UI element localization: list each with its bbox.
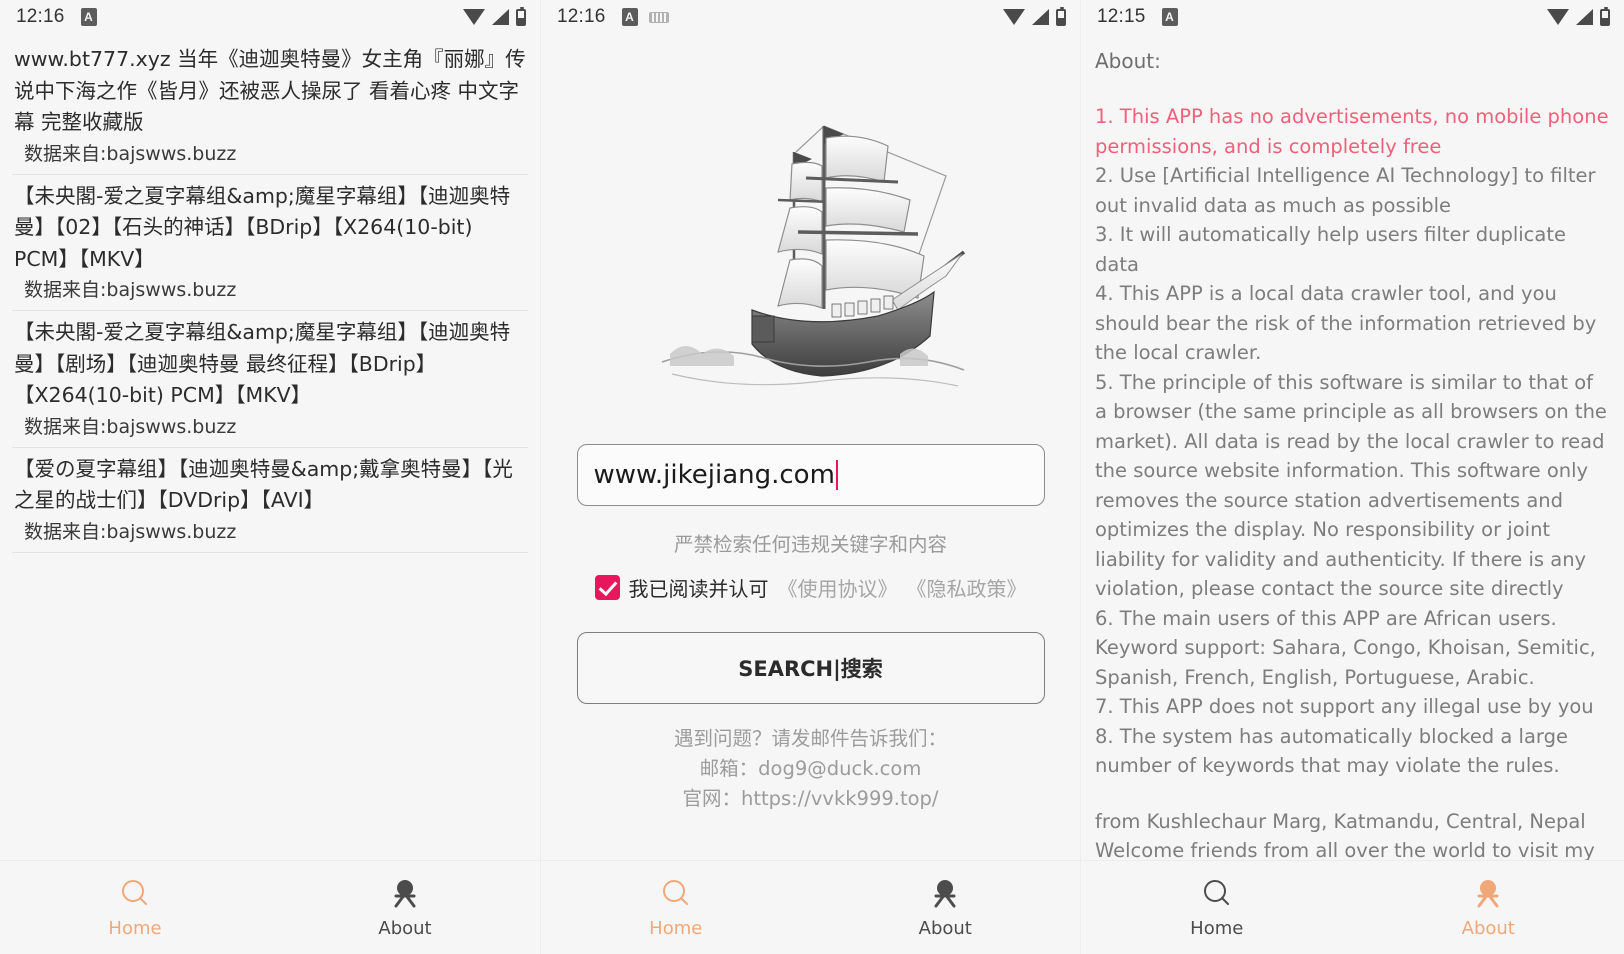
person-icon <box>934 880 956 908</box>
keyboard-icon <box>648 11 669 23</box>
user-agreement-link[interactable]: 《使用协议》 <box>778 573 898 602</box>
result-title: www.bt777.xyz 当年《迪迦奥特曼》女主角『丽娜』传说中下海之作《皆月… <box>14 47 526 134</box>
hero-illustration <box>541 104 1080 404</box>
agree-checkbox[interactable] <box>594 575 620 600</box>
tab-about[interactable]: About <box>1353 876 1624 939</box>
about-item-8: 8. The system has automatically blocked … <box>1095 724 1568 778</box>
about-item-5: 5. The principle of this software is sim… <box>1095 370 1607 601</box>
result-title: 【爱の夏字幕组】【迪迦奥特曼&amp;戴拿奥特曼】【光之星的战士们】【DVDri… <box>14 456 513 513</box>
tab-label: Home <box>1190 918 1244 939</box>
status-time: 12:16 <box>557 6 606 27</box>
app-badge-icon <box>621 8 638 26</box>
about-item-1: 1. This APP has no advertisements, no mo… <box>1095 105 1609 158</box>
screenshot-root: 12:16 www.bt777.xyz 当年《迪迦奥特曼》女主角『丽娜』传说中下… <box>0 0 1624 954</box>
battery-icon <box>1056 6 1066 26</box>
tab-home[interactable]: Home <box>0 876 270 939</box>
tab-label: Home <box>649 918 703 939</box>
contact-line-question: 遇到问题？请发邮件告诉我们： <box>673 727 947 750</box>
person-icon <box>1477 880 1499 908</box>
status-time: 12:16 <box>16 6 65 27</box>
list-item[interactable]: www.bt777.xyz 当年《迪迦奥特曼》女主角『丽娜』传说中下海之作《皆月… <box>0 38 540 173</box>
search-input[interactable]: www.jikejiang.com <box>576 444 1045 506</box>
status-time: 12:15 <box>1097 6 1146 27</box>
tab-about[interactable]: About <box>270 876 540 939</box>
tab-home[interactable]: Home <box>541 876 811 939</box>
result-source: 数据来自:bajswws.buzz <box>24 142 237 165</box>
status-bar: 12:16 <box>0 0 540 34</box>
about-item-7: 7. This APP does not support any illegal… <box>1095 695 1594 718</box>
about-item-4: 4. This APP is a local data crawler tool… <box>1095 282 1597 364</box>
search-input-value: www.jikejiang.com <box>593 460 835 490</box>
results-list: www.bt777.xyz 当年《迪迦奥特曼》女主角『丽娜』传说中下海之作《皆月… <box>0 34 540 553</box>
about-heading: About: <box>1095 49 1161 73</box>
result-source: 数据来自:bajswws.buzz <box>24 279 237 301</box>
battery-icon <box>516 6 526 26</box>
list-item[interactable]: 【爱の夏字幕组】【迪迦奥特曼&amp;戴拿奥特曼】【光之星的战士们】【DVDri… <box>0 448 540 551</box>
status-bar: 12:16 <box>541 0 1080 34</box>
contact-block: 遇到问题？请发邮件告诉我们： 邮箱：dog9@duck.com 官网：https… <box>551 724 1070 814</box>
status-left-icons <box>621 8 669 26</box>
signal-icon <box>1576 9 1593 25</box>
result-source: 数据来自:bajswws.buzz <box>24 415 237 438</box>
search-icon <box>1203 880 1229 905</box>
status-left-icons <box>1161 8 1178 26</box>
search-icon <box>662 880 688 905</box>
agree-label: 我已阅读并认可 <box>628 577 769 601</box>
about-footer-location: from Kushlechaur Marg, Katmandu, Central… <box>1095 809 1586 833</box>
status-right-icons <box>1003 6 1066 26</box>
status-bar: 12:15 <box>1081 0 1624 34</box>
screen-results: 12:16 www.bt777.xyz 当年《迪迦奥特曼》女主角『丽娜』传说中下… <box>0 0 540 954</box>
tab-label: About <box>1461 918 1515 939</box>
status-right-icons <box>1547 6 1610 26</box>
app-badge-icon <box>1161 8 1178 26</box>
wifi-icon <box>463 9 485 25</box>
search-warning: 严禁检索任何违规关键字和内容 <box>673 533 947 556</box>
about-item-3: 3. It will automatically help users filt… <box>1095 223 1566 276</box>
result-source: 数据来自:bajswws.buzz <box>24 520 237 543</box>
list-item[interactable]: 【未央閣-爱之夏字幕组&amp;魔星字幕组】【迪迦奥特曼】【02】【石头的神话】… <box>0 175 540 310</box>
search-icon <box>122 880 147 905</box>
signal-icon <box>1032 9 1049 25</box>
screen-home: 12:16 A www.jikejiang.com 严禁检索任何违规关键字和内容… <box>540 0 1080 954</box>
signal-icon <box>492 9 509 25</box>
search-button[interactable]: SEARCH|搜索 <box>576 632 1045 704</box>
divider <box>12 551 528 553</box>
tab-home[interactable]: Home <box>1081 876 1353 939</box>
bottom-tab-bar: Home About <box>1081 860 1624 954</box>
tab-about[interactable]: About <box>811 876 1081 939</box>
wifi-icon <box>1547 9 1569 25</box>
bottom-tab-bar: Home About <box>0 860 540 954</box>
tab-label: About <box>918 918 972 939</box>
bottom-tab-bar: Home About <box>541 860 1080 954</box>
wifi-icon <box>1003 9 1025 25</box>
battery-icon <box>1600 6 1610 26</box>
about-item-2: 2. Use [Artificial Intelligence AI Techn… <box>1095 164 1596 217</box>
result-title: 【未央閣-爱之夏字幕组&amp;魔星字幕组】【迪迦奥特曼】【02】【石头的神话】… <box>14 183 511 271</box>
agreement-row: 我已阅读并认可 《使用协议》 《隐私政策》 <box>551 573 1070 602</box>
person-icon <box>394 880 416 908</box>
text-caret <box>835 460 839 490</box>
screen-about: 12:15 About: 1. This APP has no advertis… <box>1080 0 1624 954</box>
about-item-6: 6. The main users of this APP are Africa… <box>1095 606 1596 689</box>
privacy-policy-link[interactable]: 《隐私政策》 <box>907 573 1027 602</box>
contact-line-email: 邮箱：dog9@duck.com <box>699 757 922 780</box>
tab-label: About <box>378 918 432 939</box>
sailing-ship-illustration <box>661 125 965 387</box>
result-title: 【未央閣-爱之夏字幕组&amp;魔星字幕组】【迪迦奥特曼】【剧场】【迪迦奥特曼 … <box>14 320 511 407</box>
search-area: www.jikejiang.com 严禁检索任何违规关键字和内容 我已阅读并认可… <box>541 444 1080 814</box>
contact-line-website: 官网：https://vvkk999.top/ <box>682 787 939 810</box>
list-item[interactable]: 【未央閣-爱之夏字幕组&amp;魔星字幕组】【迪迦奥特曼】【剧场】【迪迦奥特曼 … <box>0 311 540 446</box>
status-left-icons <box>80 8 97 26</box>
status-right-icons <box>463 6 526 26</box>
app-badge-icon <box>80 8 97 26</box>
about-content: About: 1. This APP has no advertisements… <box>1081 34 1624 895</box>
tab-label: Home <box>108 918 162 939</box>
